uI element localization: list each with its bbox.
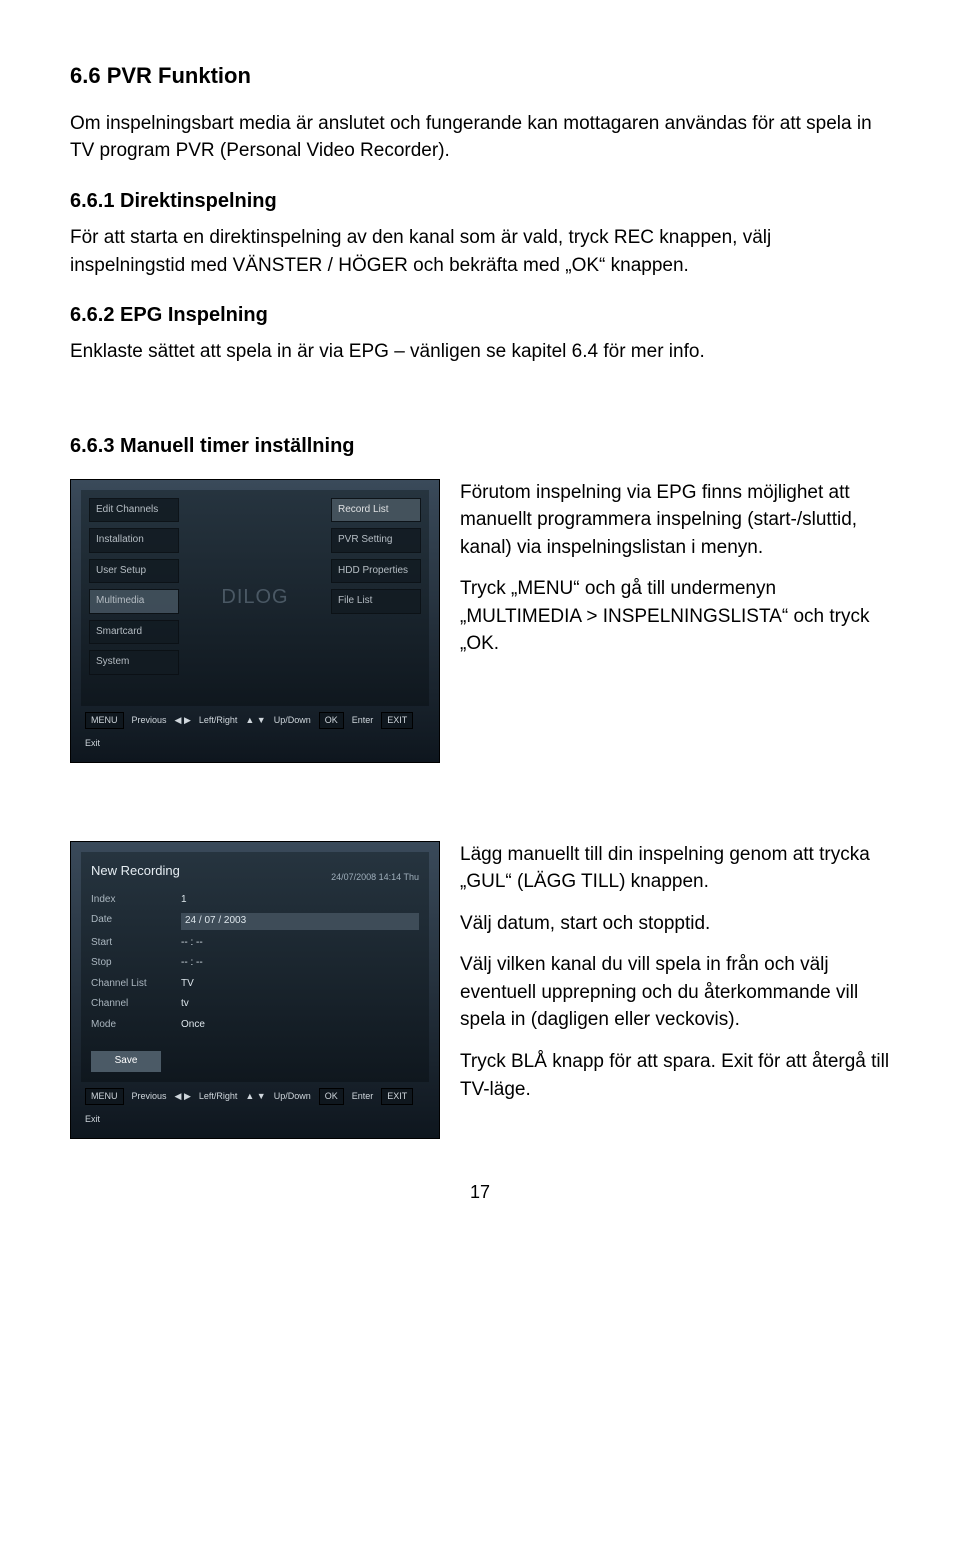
menu-multimedia: Multimedia	[89, 589, 179, 614]
footer2-updown-label: Up/Down	[274, 1090, 311, 1103]
val-start: -- : --	[181, 936, 419, 951]
paragraph-add-recording-c: Välj vilken kanal du vill spela in från …	[460, 951, 890, 1034]
val-index: 1	[181, 893, 419, 908]
paragraph-add-recording-d: Tryck BLÅ knapp för att spara. Exit för …	[460, 1048, 890, 1103]
paragraph-add-recording-b: Välj datum, start och stopptid.	[460, 910, 890, 938]
lbl-index: Index	[91, 893, 171, 908]
page-number: 17	[70, 1179, 890, 1205]
screenshot-new-recording-form: New Recording 24/07/2008 14:14 Thu Index…	[70, 841, 440, 1139]
footer2-exit-button: EXIT	[381, 1088, 413, 1105]
footer2-leftright-label: Left/Right	[199, 1090, 238, 1103]
paragraph-add-recording-a: Lägg manuellt till din inspelning genom …	[460, 841, 890, 896]
footer2-exit-label: Exit	[85, 1113, 100, 1126]
menu-system: System	[89, 650, 179, 675]
submenu-pvr-setting: PVR Setting	[331, 528, 421, 553]
brand-watermark: DILOG	[185, 498, 325, 698]
footer-exit-label: Exit	[85, 737, 100, 750]
paragraph-6-6-1: För att starta en direktinspelning av de…	[70, 224, 890, 279]
footer2-enter-label: Enter	[352, 1090, 374, 1103]
footer2-ok-button: OK	[319, 1088, 344, 1105]
menu-edit-channels: Edit Channels	[89, 498, 179, 523]
lbl-mode: Mode	[91, 1018, 171, 1033]
menu-user-setup: User Setup	[89, 559, 179, 584]
val-stop: -- : --	[181, 956, 419, 971]
footer-enter-label: Enter	[352, 714, 374, 727]
footer-arrows-ud-icon: ▲ ▼	[245, 714, 265, 727]
footer2-arrows-ud-icon: ▲ ▼	[245, 1090, 265, 1103]
footer-leftright-label: Left/Right	[199, 714, 238, 727]
footer-menu-button: MENU	[85, 712, 124, 729]
footer-updown-label: Up/Down	[274, 714, 311, 727]
save-button: Save	[91, 1051, 161, 1072]
heading-6-6-1: 6.6.1 Direktinspelning	[70, 187, 890, 216]
heading-6-6-3: 6.6.3 Manuell timer inställning	[70, 432, 890, 461]
lbl-start: Start	[91, 936, 171, 951]
paragraph-6-6-3-b: Tryck „MENU“ och gå till undermenyn „MUL…	[460, 575, 890, 658]
paragraph-6-6-3-a: Förutom inspelning via EPG finns möjligh…	[460, 479, 890, 562]
submenu-file-list: File List	[331, 589, 421, 614]
footer-exit-button: EXIT	[381, 712, 413, 729]
heading-6-6-2: 6.6.2 EPG Inspelning	[70, 301, 890, 330]
lbl-date: Date	[91, 913, 171, 930]
footer2-menu-button: MENU	[85, 1088, 124, 1105]
footer-ok-button: OK	[319, 712, 344, 729]
val-mode: Once	[181, 1018, 419, 1033]
screenshot-multimedia-menu: Edit Channels Installation User Setup Mu…	[70, 479, 440, 763]
menu-installation: Installation	[89, 528, 179, 553]
val-date: 24 / 07 / 2003	[181, 913, 419, 930]
heading-6-6: 6.6 PVR Funktion	[70, 60, 890, 92]
footer2-arrows-lr-icon: ◀ ▶	[175, 1090, 191, 1103]
lbl-channel: Channel	[91, 997, 171, 1012]
intro-paragraph: Om inspelningsbart media är anslutet och…	[70, 110, 890, 165]
val-channel: tv	[181, 997, 419, 1012]
val-channel-list: TV	[181, 977, 419, 992]
submenu-record-list: Record List	[331, 498, 421, 523]
paragraph-6-6-2: Enklaste sättet att spela in är via EPG …	[70, 338, 890, 366]
menu-smartcard: Smartcard	[89, 620, 179, 645]
footer-arrows-lr-icon: ◀ ▶	[175, 714, 191, 727]
footer-previous-label: Previous	[132, 714, 167, 727]
footer2-previous-label: Previous	[132, 1090, 167, 1103]
lbl-channel-list: Channel List	[91, 977, 171, 992]
lbl-stop: Stop	[91, 956, 171, 971]
submenu-hdd-properties: HDD Properties	[331, 559, 421, 584]
